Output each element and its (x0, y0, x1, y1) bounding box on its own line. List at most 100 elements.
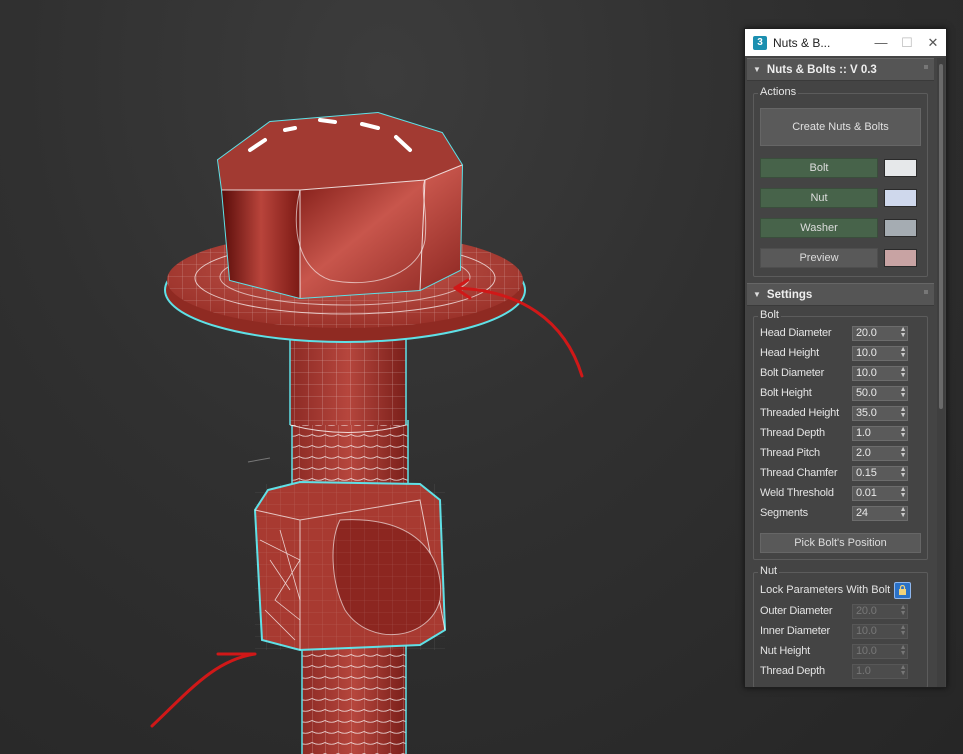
thread-depth-value[interactable]: 1.0 (856, 665, 899, 677)
spinner-arrows-icon[interactable]: ▲ ▼ (899, 466, 907, 479)
rollout-settings-title: Settings (766, 288, 813, 301)
thread-pitch-spinner[interactable]: 2.0 ▲ ▼ (852, 445, 908, 461)
weld-threshold-spinner[interactable]: 0.01 ▲ ▼ (852, 485, 908, 501)
spinner-arrows-icon[interactable]: ▲ ▼ (899, 406, 907, 419)
rollout-main[interactable]: ▼ Nuts & Bolts :: V 0.3 (747, 58, 934, 81)
outer-diameter-spinner[interactable]: 20.0 ▲ ▼ (852, 603, 908, 619)
head-height-value[interactable]: 10.0 (856, 347, 899, 359)
window-scrollbar[interactable] (937, 58, 945, 687)
bolt-height-spinner[interactable]: 50.0 ▲ ▼ (852, 385, 908, 401)
rollout-settings[interactable]: ▼ Settings (747, 283, 934, 306)
head-diameter-value[interactable]: 20.0 (856, 327, 899, 339)
threaded-height-spinner[interactable]: 35.0 ▲ ▼ (852, 405, 908, 421)
pick-bolt-position-button[interactable]: Pick Bolt's Position (760, 533, 921, 553)
preview-button[interactable]: Preview (760, 248, 878, 268)
thread-depth-spinner[interactable]: 1.0 ▲ ▼ (852, 425, 908, 441)
param-row: Thread Depth 1.0 ▲ ▼ (760, 661, 921, 681)
thread-chamfer-label: Thread Chamfer (760, 467, 838, 479)
spinner-arrows-icon[interactable]: ▲ ▼ (899, 506, 907, 519)
preview-action-row: Preview (760, 248, 921, 268)
nut-action-row: Nut (760, 188, 921, 208)
bolt-button[interactable]: Bolt (760, 158, 878, 178)
outer-diameter-value[interactable]: 20.0 (856, 605, 899, 617)
collapse-arrow-icon[interactable]: ▼ (753, 290, 761, 299)
segments-spinner[interactable]: 24 ▲ ▼ (852, 505, 908, 521)
washer-color-swatch[interactable] (884, 219, 917, 237)
create-nuts-bolts-button[interactable]: Create Nuts & Bolts (760, 108, 921, 146)
bolt-diameter-value[interactable]: 10.0 (856, 367, 899, 379)
nut-height-spinner[interactable]: 10.0 ▲ ▼ (852, 643, 908, 659)
spinner-arrows-icon[interactable]: ▲ ▼ (899, 366, 907, 379)
thread-depth-spinner[interactable]: 1.0 ▲ ▼ (852, 663, 908, 679)
window-content: ▼ Nuts & Bolts :: V 0.3 Actions Create N… (747, 58, 934, 687)
param-row: Thread Depth 1.0 ▲ ▼ (760, 423, 921, 443)
head-height-label: Head Height (760, 347, 819, 359)
param-row: Outer Diameter 20.0 ▲ ▼ (760, 601, 921, 621)
lock-icon[interactable] (894, 581, 912, 599)
param-row: Weld Threshold 0.01 ▲ ▼ (760, 483, 921, 503)
close-button[interactable]: ✕ (920, 29, 946, 56)
window-titlebar[interactable]: 3 Nuts & B... — ☐ ✕ (745, 29, 946, 56)
param-row: Bolt Diameter 10.0 ▲ ▼ (760, 363, 921, 383)
weld-threshold-value[interactable]: 0.01 (856, 487, 899, 499)
nut-height-value[interactable]: 10.0 (856, 645, 899, 657)
rollout-drag-icon[interactable] (924, 290, 928, 294)
threaded-height-value[interactable]: 35.0 (856, 407, 899, 419)
bolt-height-label: Bolt Height (760, 387, 812, 399)
annotation-arrow-bottom (150, 652, 257, 728)
bolt-shaft (289, 330, 407, 433)
minimize-button[interactable]: — (868, 29, 894, 56)
spinner-arrows-icon[interactable]: ▲ ▼ (899, 644, 907, 657)
axis-gizmo (247, 457, 271, 463)
head-height-spinner[interactable]: 10.0 ▲ ▼ (852, 345, 908, 361)
head-diameter-spinner[interactable]: 20.0 ▲ ▼ (852, 325, 908, 341)
spinner-arrows-icon[interactable]: ▲ ▼ (899, 664, 907, 677)
bolt-color-swatch[interactable] (884, 159, 917, 177)
head-diameter-label: Head Diameter (760, 327, 832, 339)
param-row: Inner Diameter 10.0 ▲ ▼ (760, 621, 921, 641)
bolt-settings-group: Bolt Head Diameter 20.0 ▲ ▼ Head Height 10.0 ▲… (753, 309, 928, 560)
spinner-arrows-icon[interactable]: ▲ ▼ (899, 486, 907, 499)
thread-pitch-label: Thread Pitch (760, 447, 820, 459)
thread-chamfer-value[interactable]: 0.15 (856, 467, 899, 479)
actions-label: Actions (758, 86, 799, 98)
segments-value[interactable]: 24 (856, 507, 899, 519)
rollout-main-title: Nuts & Bolts :: V 0.3 (766, 63, 877, 76)
spinner-arrows-icon[interactable]: ▲ ▼ (899, 624, 907, 637)
thread-pitch-value[interactable]: 2.0 (856, 447, 899, 459)
thread-depth-value[interactable]: 1.0 (856, 427, 899, 439)
collapse-arrow-icon[interactable]: ▼ (753, 65, 761, 74)
spinner-arrows-icon[interactable]: ▲ ▼ (899, 604, 907, 617)
param-row: Head Height 10.0 ▲ ▼ (760, 343, 921, 363)
preview-color-swatch[interactable] (884, 249, 917, 267)
spinner-arrows-icon[interactable]: ▲ ▼ (899, 386, 907, 399)
spinner-arrows-icon[interactable]: ▲ ▼ (899, 326, 907, 339)
maximize-button[interactable]: ☐ (894, 29, 920, 56)
lock-parameters-label: Lock Parameters With Bolt (760, 584, 891, 596)
nut-color-swatch[interactable] (884, 189, 917, 207)
nut-settings-group: Nut Lock Parameters With Bolt Outer Diam… (753, 565, 928, 687)
washer-button[interactable]: Washer (760, 218, 878, 238)
bolt-head-model (216, 111, 464, 300)
bolt-params-list: Head Diameter 20.0 ▲ ▼ Head Height 10.0 ▲ ▼ Bolt… (760, 323, 921, 523)
rollout-drag-icon[interactable] (924, 65, 928, 69)
param-row: Head Diameter 20.0 ▲ ▼ (760, 323, 921, 343)
bolt-height-value[interactable]: 50.0 (856, 387, 899, 399)
bolt-lower-thread (301, 635, 407, 754)
spinner-arrows-icon[interactable]: ▲ ▼ (899, 446, 907, 459)
spinner-arrows-icon[interactable]: ▲ ▼ (899, 346, 907, 359)
nut-height-label: Nut Height (760, 645, 810, 657)
param-row: Segments 24 ▲ ▼ (760, 503, 921, 523)
spinner-arrows-icon[interactable]: ▲ ▼ (899, 426, 907, 439)
param-row: Bolt Height 50.0 ▲ ▼ (760, 383, 921, 403)
scrollbar-thumb[interactable] (939, 64, 943, 409)
nut-button[interactable]: Nut (760, 188, 878, 208)
thread-chamfer-spinner[interactable]: 0.15 ▲ ▼ (852, 465, 908, 481)
inner-diameter-value[interactable]: 10.0 (856, 625, 899, 637)
bolt-diameter-spinner[interactable]: 10.0 ▲ ▼ (852, 365, 908, 381)
lock-parameters-row: Lock Parameters With Bolt (760, 579, 921, 601)
nuts-bolts-window[interactable]: 3 Nuts & B... — ☐ ✕ ▼ Nuts & Bolts :: V … (744, 28, 947, 688)
bolt-action-row: Bolt (760, 158, 921, 178)
nut-params-list: Outer Diameter 20.0 ▲ ▼ Inner Diameter 10.0 ▲ ▼… (760, 601, 921, 681)
inner-diameter-spinner[interactable]: 10.0 ▲ ▼ (852, 623, 908, 639)
